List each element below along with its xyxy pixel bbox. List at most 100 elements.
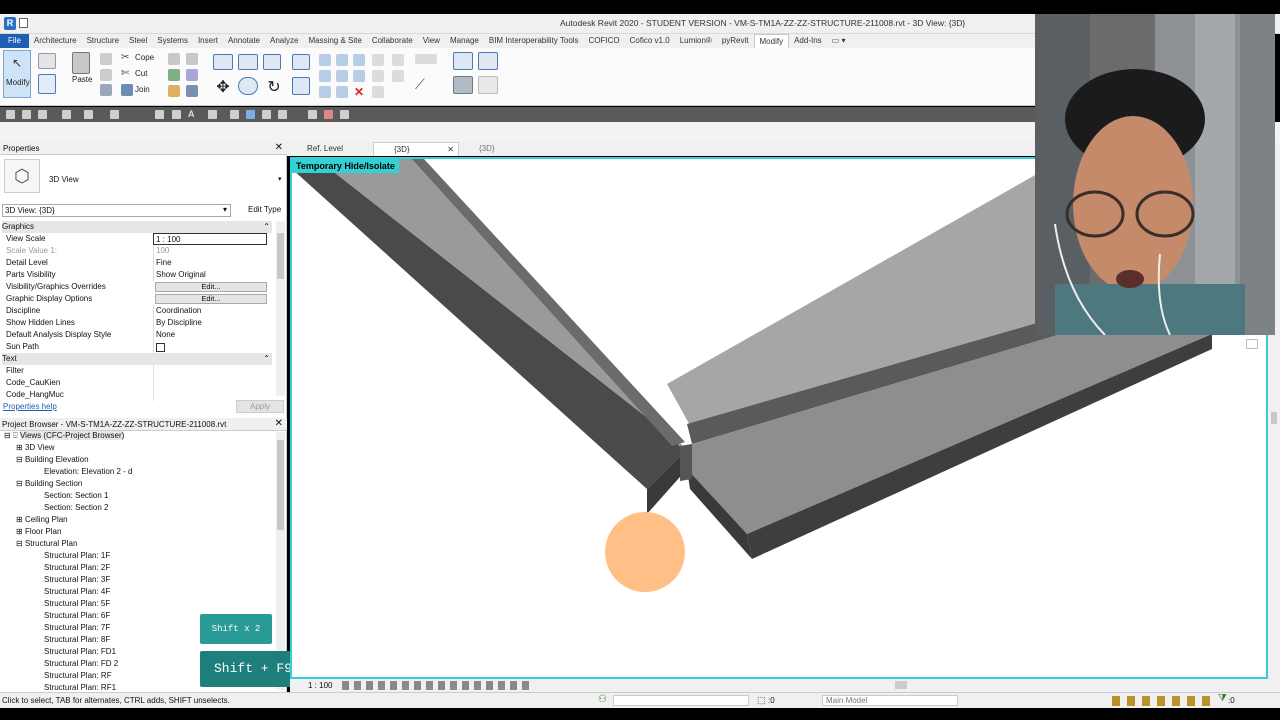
copy-element-icon[interactable] (238, 77, 258, 95)
measure-icon[interactable] (155, 110, 164, 119)
unpin-icon[interactable] (353, 70, 365, 82)
revit-logo-icon[interactable]: R (4, 17, 16, 30)
match-type-icon[interactable] (100, 84, 112, 96)
create-assembly-icon[interactable] (478, 52, 498, 70)
tool-icon[interactable] (186, 85, 198, 97)
design-option-dropdown[interactable]: Main Model (822, 695, 958, 706)
print-icon[interactable] (110, 110, 119, 119)
tab-pyrevit[interactable]: pyRevit (717, 34, 754, 48)
view-tool-icon[interactable] (372, 86, 384, 98)
tree-leaf[interactable]: Structural Plan: RF (44, 670, 112, 682)
pin-icon[interactable] (353, 54, 365, 66)
view-selector[interactable]: 3D View: {3D} ▾ (2, 204, 231, 217)
viewcube-icon[interactable] (1246, 339, 1258, 349)
tree-leaf[interactable]: Structural Plan: 7F (44, 622, 110, 634)
tree-leaf[interactable]: Section: Section 2 (44, 502, 108, 514)
tab-cofico[interactable]: COFICO (584, 34, 625, 48)
mirror-draw-icon[interactable] (292, 54, 310, 70)
split-gap-icon[interactable] (336, 54, 348, 66)
tab-systems[interactable]: Systems (152, 34, 193, 48)
ribbon-toggle-icon[interactable]: ▭ ▾ (827, 34, 851, 48)
parts-icon[interactable] (453, 76, 473, 94)
workset-dropdown[interactable] (613, 695, 749, 706)
close-icon[interactable]: ✕ (275, 418, 283, 429)
sync-icon[interactable] (38, 110, 47, 119)
tab-massing-site[interactable]: Massing & Site (303, 34, 366, 48)
tool-icon[interactable] (186, 53, 198, 65)
tab-bim-interoperability[interactable]: BIM Interoperability Tools (484, 34, 584, 48)
thin-lines-icon[interactable] (246, 110, 255, 119)
tab-add-ins[interactable]: Add-Ins (789, 34, 827, 48)
undo-icon[interactable] (62, 110, 71, 119)
tree-node[interactable]: ⊟ Building Elevation (16, 454, 89, 466)
tab-lumion[interactable]: Lumion® (675, 34, 717, 48)
select-icon[interactable] (38, 53, 56, 69)
tree-node[interactable]: ⊟ Building Section (16, 478, 82, 490)
measure-icon[interactable] (392, 54, 404, 66)
quick-access-icon[interactable] (19, 18, 28, 28)
tool-icon[interactable] (186, 69, 198, 81)
close-icon[interactable]: ✕ (447, 143, 454, 157)
tab-collaborate[interactable]: Collaborate (367, 34, 418, 48)
vg-edit-button[interactable]: Edit... (155, 282, 267, 292)
line-icon[interactable]: ⟋ (415, 76, 437, 94)
tool-icon[interactable] (340, 110, 349, 119)
join-icon[interactable] (121, 84, 133, 96)
cope-icon[interactable]: ✂ (121, 52, 133, 64)
close-hidden-icon[interactable] (262, 110, 271, 119)
similar-icon[interactable] (478, 76, 498, 94)
apply-button[interactable]: Apply (236, 400, 284, 413)
create-group-icon[interactable] (453, 52, 473, 70)
tool-icon[interactable] (324, 110, 333, 119)
view-tool-icon[interactable] (372, 70, 384, 82)
properties-help-link[interactable]: Properties help (3, 402, 57, 411)
tree-leaf[interactable]: Structural Plan: 4F (44, 586, 110, 598)
scale-icon[interactable] (336, 70, 348, 82)
tool-icon[interactable] (168, 85, 180, 97)
tool-icon[interactable] (168, 69, 180, 81)
tab-3d-active[interactable]: {3D} ✕ (373, 142, 459, 156)
group-graphics[interactable]: Graphics ⌃ (2, 221, 272, 233)
tree-node[interactable]: ⊞ Floor Plan (16, 526, 61, 538)
extend-icon[interactable] (336, 86, 348, 98)
tree-leaf[interactable]: Structural Plan: 1F (44, 550, 110, 562)
tree-leaf[interactable]: Structural Plan: FD1 (44, 646, 116, 658)
trim-icon[interactable] (292, 77, 310, 95)
copy-icon[interactable] (100, 69, 112, 81)
sun-path-checkbox[interactable] (156, 343, 165, 352)
tree-node[interactable]: ⊟ Structural Plan (16, 538, 77, 550)
tab-modify[interactable]: Modify (753, 34, 790, 48)
tab-3d[interactable]: {3D} (459, 142, 545, 156)
tab-view[interactable]: View (418, 34, 445, 48)
tab-manage[interactable]: Manage (445, 34, 484, 48)
array-icon[interactable] (319, 70, 331, 82)
save-icon[interactable] (22, 110, 31, 119)
mirror-axis-icon[interactable] (263, 54, 281, 70)
tree-leaf[interactable]: Elevation: Elevation 2 - d (44, 466, 133, 478)
tab-insert[interactable]: Insert (193, 34, 223, 48)
horizontal-scroll-thumb[interactable] (895, 681, 907, 689)
tree-node[interactable]: ⊞ Ceiling Plan (16, 514, 68, 526)
move-icon[interactable]: ✥ (213, 77, 233, 96)
tree-leaf[interactable]: Structural Plan: 5F (44, 598, 110, 610)
tree-leaf[interactable]: Section: Section 1 (44, 490, 108, 502)
tab-cofico-v1[interactable]: Cofico v1.0 (625, 34, 675, 48)
align-icon[interactable] (213, 54, 233, 70)
filter-icon[interactable]: ⧩ (1218, 693, 1227, 704)
dimension-icon[interactable] (172, 110, 181, 119)
workset-icon[interactable]: ⚇ (598, 694, 607, 705)
close-icon[interactable]: ✕ (275, 142, 283, 153)
tree-leaf[interactable]: Structural Plan: 6F (44, 610, 110, 622)
view-tool-icon[interactable] (372, 54, 384, 66)
tool-icon[interactable] (168, 53, 180, 65)
cope-label[interactable]: Cope (135, 53, 154, 62)
tab-analyze[interactable]: Analyze (265, 34, 303, 48)
group-text[interactable]: Text ⌃ (2, 353, 272, 365)
edit-type-button[interactable]: Edit Type (234, 204, 284, 217)
view-controls-icons[interactable] (342, 681, 532, 690)
split-icon[interactable] (319, 54, 331, 66)
tool-icon[interactable] (308, 110, 317, 119)
tab-steel[interactable]: Steel (124, 34, 152, 48)
view-3d-icon[interactable] (208, 110, 217, 119)
tree-leaf[interactable]: Structural Plan: 8F (44, 634, 110, 646)
